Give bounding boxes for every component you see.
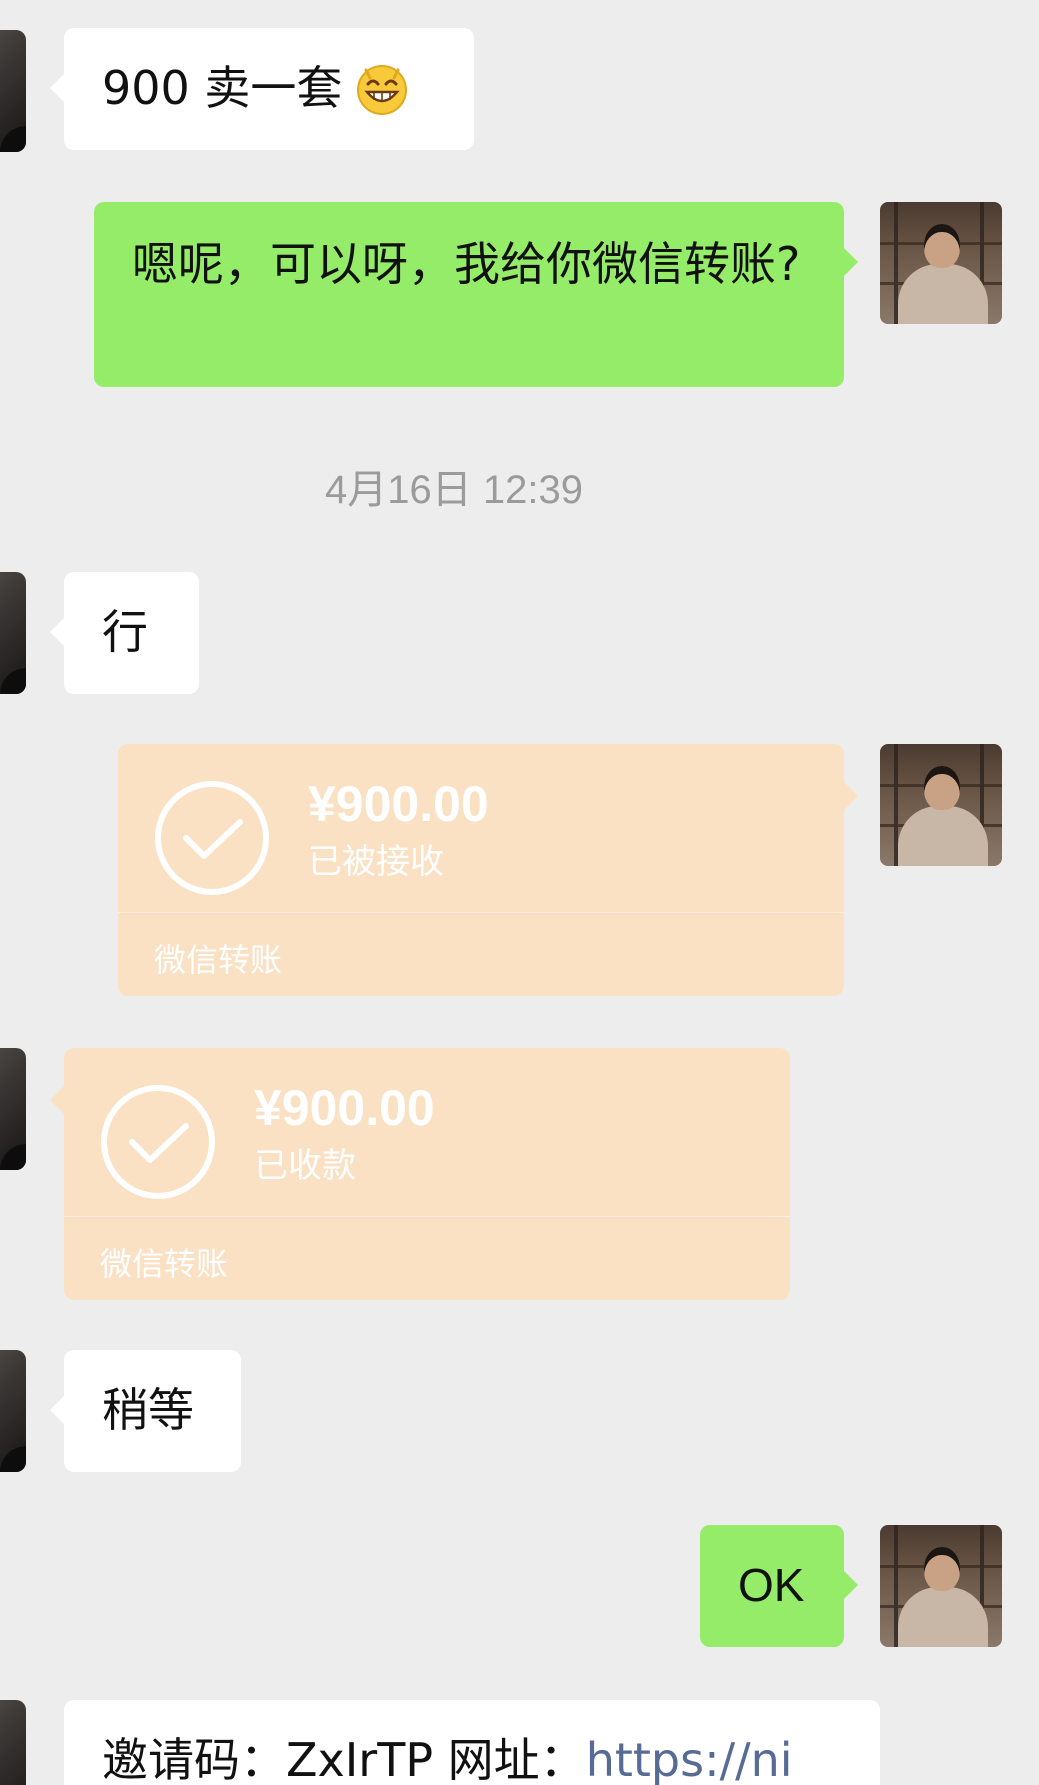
transfer-amount: ¥900.00 xyxy=(308,776,489,832)
transfer-card-received[interactable]: ¥900.00 已收款 微信转账 xyxy=(50,1048,790,1300)
message-text: 邀请码：ZxIrTP 网址： xyxy=(102,1733,586,1785)
outgoing-message[interactable]: OK xyxy=(700,1525,858,1647)
chat-view: 900 卖一套 嗯呢，可以呀，我给你微信转账? 4月16日 12:39 行 ¥9… xyxy=(0,0,1039,1785)
transfer-amount: ¥900.00 xyxy=(254,1080,435,1136)
message-text: 嗯呢，可以呀，我给你微信转账? xyxy=(132,237,801,291)
contact-avatar[interactable] xyxy=(0,30,26,152)
contact-avatar[interactable] xyxy=(0,1700,26,1785)
message-text: 900 卖一套 xyxy=(102,61,343,115)
contact-avatar[interactable] xyxy=(0,572,26,694)
transfer-divider xyxy=(118,912,844,913)
message-link[interactable]: https://ni xyxy=(586,1733,793,1785)
check-circle-icon xyxy=(101,1085,215,1199)
my-avatar[interactable] xyxy=(880,1525,1002,1647)
incoming-message[interactable]: 行 xyxy=(50,572,199,694)
message-text: OK xyxy=(738,1559,805,1611)
contact-avatar[interactable] xyxy=(0,1350,26,1472)
transfer-card-sent[interactable]: ¥900.00 已被接收 微信转账 xyxy=(118,744,858,996)
transfer-status: 已被接收 xyxy=(308,842,444,882)
my-avatar[interactable] xyxy=(880,202,1002,324)
incoming-message[interactable]: 900 卖一套 xyxy=(50,28,474,150)
incoming-message[interactable]: 邀请码：ZxIrTP 网址：https://ni xyxy=(64,1700,880,1785)
message-text: 稍等 xyxy=(102,1383,194,1437)
transfer-label: 微信转账 xyxy=(154,941,283,979)
transfer-label: 微信转账 xyxy=(100,1245,229,1283)
check-circle-icon xyxy=(155,781,269,895)
outgoing-message[interactable]: 嗯呢，可以呀，我给你微信转账? xyxy=(94,202,858,387)
grinning-face-icon xyxy=(354,60,410,116)
message-text: 行 xyxy=(102,605,148,659)
incoming-message[interactable]: 稍等 xyxy=(50,1350,241,1472)
my-avatar[interactable] xyxy=(880,744,1002,866)
message-timestamp: 4月16日 12:39 xyxy=(325,468,583,512)
transfer-divider xyxy=(64,1216,790,1217)
contact-avatar[interactable] xyxy=(0,1048,26,1170)
transfer-status: 已收款 xyxy=(254,1146,356,1186)
